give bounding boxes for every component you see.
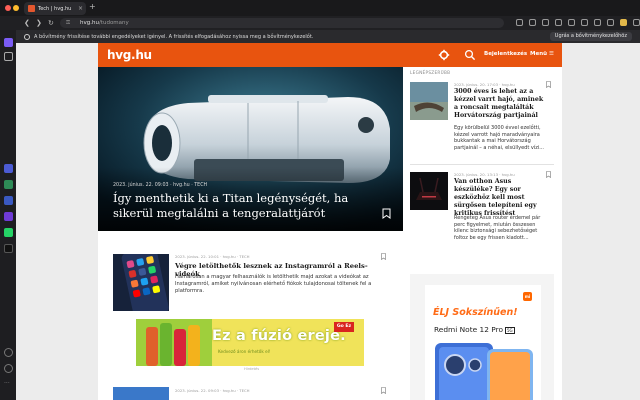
tab-hvg[interactable]: Tech | hvg.hu ×	[24, 2, 86, 15]
cube-icon[interactable]	[4, 364, 13, 373]
site-header: hvg.hu Bejelentkezés Menü ☰	[98, 43, 562, 67]
banner-badge: Go Ez	[334, 322, 354, 332]
article-desc: Egy körülbelül 3000 évvel ezelőtti, kézz…	[454, 125, 545, 151]
forward-arrow-icon[interactable]: ❯	[36, 19, 42, 27]
app-icon[interactable]	[4, 196, 13, 205]
router-thumbnail	[410, 172, 448, 210]
login-link[interactable]: Bejelentkezés	[484, 51, 527, 57]
notification-text: A bővítmény frissítése további engedélye…	[34, 33, 314, 40]
wallet-icon[interactable]	[555, 19, 562, 26]
phone-image	[425, 339, 541, 400]
popular-label: LEGNÉPSZERŰBB	[410, 70, 451, 75]
article-desc: Hamarosan a magyar felhasználók is letöl…	[175, 274, 372, 294]
list-item[interactable]: 2023. június. 20. 17:03 · hvg.hu 3000 év…	[410, 81, 554, 160]
minimize-window-icon[interactable]	[13, 5, 19, 11]
web-page: hvg.hu Bejelentkezés Menü ☰ 2023. június…	[16, 43, 640, 400]
bookmark-icon[interactable]	[546, 81, 551, 88]
phone-apps-thumbnail	[113, 254, 169, 311]
hvg-favicon-icon	[28, 5, 35, 12]
search-icon[interactable]	[464, 49, 476, 61]
close-window-icon[interactable]	[5, 5, 11, 11]
open-extensions-button[interactable]: Ugrás a bővítménykezelőhöz	[549, 32, 632, 41]
url-domain: hvg.hu	[80, 20, 99, 26]
xiaomi-logo: mi	[523, 292, 532, 301]
site-logo[interactable]: hvg.hu	[107, 48, 152, 62]
5g-badge: 5G	[504, 326, 515, 334]
app-icon[interactable]	[4, 164, 13, 173]
ad-label: Hirdetés	[244, 367, 260, 371]
article-title[interactable]: 3000 éves is lehet az a kézzel varrt haj…	[454, 88, 548, 120]
settings-icon[interactable]	[594, 19, 601, 26]
puzzle-icon[interactable]	[620, 19, 627, 26]
messenger-icon[interactable]	[4, 212, 13, 221]
page-right-margin	[562, 43, 640, 400]
banner-subtext: Kedvező áron érhetők el!	[218, 349, 271, 354]
whatsapp-icon[interactable]	[4, 228, 13, 237]
side-advertisement[interactable]: mi ÉLJ Sokszínűen! Redmi Note 12 Pro 5G	[410, 274, 554, 400]
site-info-icon[interactable]: ⚿	[66, 18, 70, 28]
bookmark-icon[interactable]	[546, 171, 551, 178]
article-title[interactable]: Van otthon Asus készüléke? Egy sor eszkö…	[454, 178, 548, 218]
menu-icon[interactable]	[633, 19, 640, 26]
home-icon[interactable]	[4, 52, 13, 61]
more-icon[interactable]: ···	[4, 380, 13, 389]
menu-button[interactable]: Menü ☰	[530, 51, 554, 57]
bookmark-icon[interactable]	[382, 208, 391, 219]
clock-icon[interactable]	[4, 348, 13, 357]
article-meta: 2023. június. 20. 17:03 · hvg.hu	[454, 82, 515, 87]
banner-headline: Ez a fúzió ereje.	[212, 328, 346, 344]
hero-article[interactable]: 2023. június. 22. 09:03 · hvg.hu · TECH …	[98, 67, 403, 231]
advertisement-banner[interactable]: Ez a fúzió ereje. Kedvező áron érhetők e…	[136, 319, 364, 366]
workspace-icon[interactable]	[4, 38, 13, 47]
article-thumbnail	[113, 387, 169, 400]
history-icon[interactable]	[581, 19, 588, 26]
extensions-icon[interactable]	[607, 19, 614, 26]
list-item[interactable]: 2023. június. 20. 13:13 · hvg.hu Van ott…	[410, 171, 554, 250]
new-tab-button[interactable]: +	[89, 3, 96, 11]
tab-title: Tech | hvg.hu	[38, 5, 72, 12]
download-icon[interactable]	[568, 19, 575, 26]
article-desc: Rengeteg Asus router érdemel pár perc fi…	[454, 215, 541, 241]
juice-bottles-image	[136, 319, 212, 366]
ad-slogan: ÉLJ Sokszínűen!	[433, 307, 518, 318]
page-left-margin	[16, 43, 98, 400]
article-meta: 2023. június. 20. 13:13 · hvg.hu	[454, 172, 515, 177]
tiktok-icon[interactable]	[4, 244, 13, 253]
address-bar[interactable]: ⚿ hvg.hu/tudomany	[60, 18, 504, 28]
gear-icon[interactable]	[438, 49, 450, 61]
extension-notification-bar: A bővítmény frissítése további engedélye…	[16, 30, 640, 43]
url-path: /tudomany	[98, 20, 129, 26]
back-arrow-icon[interactable]: ❮	[24, 19, 30, 27]
browser-window: Tech | hvg.hu × + ❮ ❯ ↻ ⚿ hvg.hu/tudoman…	[0, 0, 640, 400]
info-icon	[24, 33, 30, 40]
toolbar-icons	[516, 19, 640, 26]
article-meta: 2023. június. 22. 10:01 · hvg.hu · TECH	[175, 254, 250, 259]
hero-title[interactable]: Így menthetik ki a Titan legénységét, ha…	[113, 191, 383, 221]
ad-model: Redmi Note 12 Pro 5G	[434, 325, 515, 334]
bookmark-icon[interactable]	[529, 19, 536, 26]
side-panel: ···	[0, 30, 16, 400]
bookmark-icon[interactable]	[381, 387, 386, 394]
app-icon[interactable]	[4, 180, 13, 189]
extension-icon[interactable]	[516, 19, 523, 26]
camera-icon[interactable]	[542, 19, 549, 26]
tab-bar: Tech | hvg.hu × +	[0, 0, 640, 16]
reload-icon[interactable]: ↻	[48, 19, 54, 27]
bookmark-icon[interactable]	[381, 253, 386, 260]
tab-close-icon[interactable]: ×	[78, 5, 83, 12]
divider	[410, 164, 554, 165]
ad-card: mi ÉLJ Sokszínűen! Redmi Note 12 Pro 5G	[425, 285, 541, 400]
shipwreck-thumbnail	[410, 82, 448, 120]
ad-model-name: Redmi Note 12 Pro	[434, 325, 503, 334]
address-toolbar: ❮ ❯ ↻ ⚿ hvg.hu/tudomany	[0, 16, 640, 30]
hero-meta: 2023. június. 22. 09:03 · hvg.hu · TECH	[113, 183, 208, 188]
article-meta: 2023. június. 22. 09:03 · hvg.hu · TECH	[175, 388, 250, 393]
